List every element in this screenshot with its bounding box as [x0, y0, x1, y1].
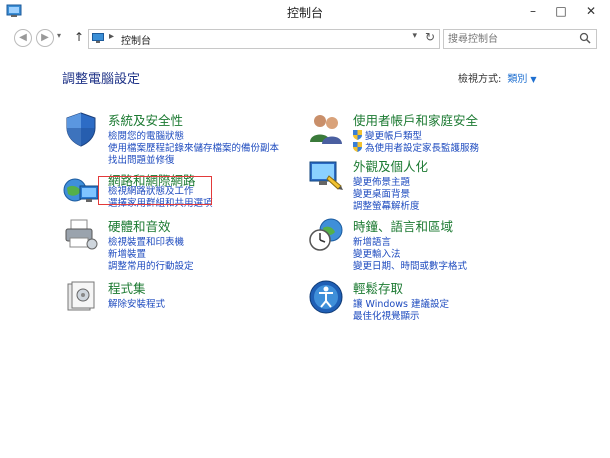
search-input[interactable]: [448, 32, 573, 46]
category-appearance: 外觀及個人化 變更佈景主題 變更桌面背景 調整螢幕解析度: [307, 156, 557, 212]
category-title[interactable]: 輕鬆存取: [353, 278, 403, 297]
forward-button[interactable]: ▶: [36, 29, 54, 47]
highlight-box: [98, 176, 212, 205]
category-title[interactable]: 外觀及個人化: [353, 156, 428, 175]
link-date-time-format[interactable]: 變更日期、時間或數字格式: [353, 258, 467, 272]
address-toolbar: ◀ ▶ ▾ ↑ ▸ 控制台 ▾ ↻: [0, 24, 610, 52]
breadcrumb-control-panel[interactable]: 控制台: [121, 32, 151, 47]
category-user-accounts: 使用者帳戶和家庭安全 變更帳戶類型 為使用者設定家長監護服務: [307, 110, 557, 154]
uac-shield-icon: [353, 142, 362, 152]
link-screen-resolution[interactable]: 調整螢幕解析度: [353, 198, 420, 212]
window-title: 控制台: [286, 6, 323, 20]
view-by: 檢視方式: 類別 ▼: [458, 70, 537, 85]
main-content: 調整電腦設定 檢視方式: 類別 ▼ 系統及安全性 檢閱您的電腦狀態 使用檔案歷程記錄…: [0, 52, 610, 458]
category-hardware-sound: 硬體和音效 檢視裝置和印表機 新增裝置 調整常用的行動設定: [62, 216, 292, 272]
link-mobility-settings[interactable]: 調整常用的行動設定: [108, 258, 194, 272]
category-title[interactable]: 硬體和音效: [108, 216, 171, 235]
view-by-chevron-icon[interactable]: ▼: [530, 75, 536, 84]
shield-icon[interactable]: [62, 110, 100, 148]
search-icon[interactable]: [579, 32, 591, 44]
category-title[interactable]: 系統及安全性: [108, 110, 183, 129]
link-uninstall-program[interactable]: 解除安裝程式: [108, 296, 165, 310]
link-family-safety[interactable]: 為使用者設定家長監護服務: [353, 140, 479, 154]
link-optimize-visual[interactable]: 最佳化視覺顯示: [353, 308, 420, 322]
category-title[interactable]: 時鐘、語言和區域: [353, 216, 453, 235]
category-programs: 程式集 解除安裝程式: [62, 278, 292, 314]
minimize-button[interactable]: –: [520, 0, 546, 22]
ease-of-access-icon[interactable]: [307, 278, 345, 316]
view-by-label: 檢視方式:: [458, 74, 502, 85]
address-dropdown-icon[interactable]: ▾: [412, 31, 417, 41]
link-troubleshoot[interactable]: 找出問題並修復: [108, 152, 175, 166]
maximize-button[interactable]: □: [548, 0, 574, 22]
title-bar: 控制台 – □ ✕: [0, 0, 610, 25]
printer-icon[interactable]: [62, 216, 100, 254]
recent-pages-chevron-icon[interactable]: ▾: [57, 31, 61, 40]
back-button[interactable]: ◀: [14, 29, 32, 47]
network-globe-icon[interactable]: [62, 170, 100, 208]
page-title: 調整電腦設定: [62, 72, 141, 87]
users-icon[interactable]: [307, 110, 345, 148]
breadcrumb-separator-icon: ▸: [109, 31, 115, 42]
category-title[interactable]: 使用者帳戶和家庭安全: [353, 110, 478, 129]
refresh-icon[interactable]: ↻: [425, 30, 435, 44]
category-title[interactable]: 程式集: [108, 278, 146, 297]
category-clock-language-region: 時鐘、語言和區域 新增語言 變更輸入法 變更日期、時間或數字格式: [307, 216, 557, 272]
close-button[interactable]: ✕: [578, 0, 604, 22]
category-ease-of-access: 輕鬆存取 讓 Windows 建議設定 最佳化視覺顯示: [307, 278, 557, 322]
programs-icon[interactable]: [62, 278, 100, 316]
up-button[interactable]: ↑: [72, 29, 86, 45]
monitor-icon[interactable]: [307, 156, 345, 194]
uac-shield-icon: [353, 130, 362, 140]
address-field[interactable]: ▸ 控制台 ▾ ↻: [88, 29, 440, 49]
control-panel-icon: [92, 33, 104, 43]
clock-globe-icon[interactable]: [307, 216, 345, 254]
view-by-dropdown[interactable]: 類別: [507, 74, 527, 85]
category-system-security: 系統及安全性 檢閱您的電腦狀態 使用檔案歷程記錄來儲存檔案的備份副本 找出問題並…: [62, 110, 292, 166]
search-box[interactable]: [443, 29, 597, 49]
